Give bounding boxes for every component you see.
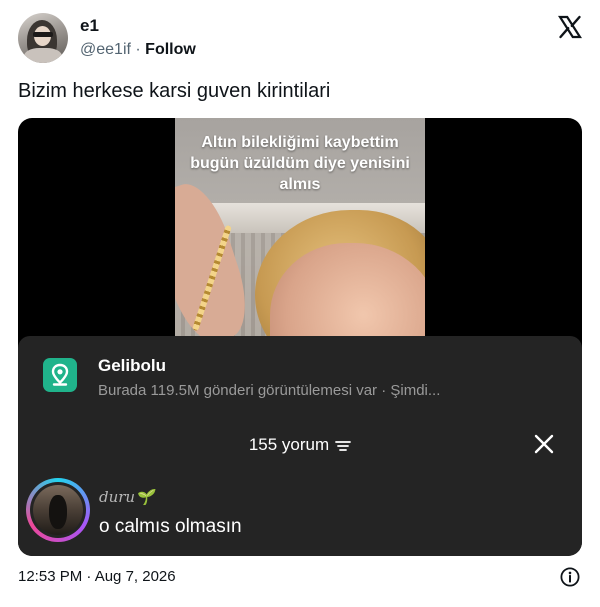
author-name[interactable]: e1 [80, 16, 99, 36]
location-title[interactable]: Gelibolu [98, 356, 166, 376]
tweet-text: Bizim herkese karsi guven kirintilari [18, 80, 331, 102]
commenter-avatar[interactable] [26, 478, 90, 542]
location-subtitle: Burada 119.5M gönderi görüntülemesi var … [98, 382, 441, 399]
video-frame[interactable]: Altın bilekliğimi kaybettim bugün üzüldü… [175, 118, 425, 348]
comments-sheet: Gelibolu Burada 119.5M gönderi görüntüle… [18, 336, 582, 556]
video-caption: Altın bilekliğimi kaybettim bugün üzüldü… [190, 134, 410, 193]
follow-button[interactable]: Follow [145, 41, 196, 58]
tweet-media[interactable]: Altın bilekliğimi kaybettim bugün üzüldü… [18, 118, 582, 556]
tweet-timestamp[interactable]: 12:53 PM · Aug 7, 2026 [18, 568, 176, 585]
x-logo-icon[interactable] [558, 15, 582, 39]
close-icon[interactable] [533, 433, 555, 455]
comment-text: o calmıs olmasın [99, 516, 242, 537]
info-icon[interactable] [560, 567, 580, 587]
separator: · [135, 41, 141, 58]
author-handle[interactable]: @ee1if [80, 41, 131, 58]
location-pin-icon[interactable] [43, 358, 77, 392]
author-handle-row: @ee1if · Follow [80, 41, 196, 59]
author-avatar[interactable] [18, 13, 68, 63]
comments-count[interactable]: 155 yorum [18, 435, 582, 455]
comments-count-label: 155 yorum [248, 435, 330, 454]
comment-username[interactable]: duru🌱 [99, 488, 154, 506]
sort-icon[interactable] [335, 440, 352, 452]
